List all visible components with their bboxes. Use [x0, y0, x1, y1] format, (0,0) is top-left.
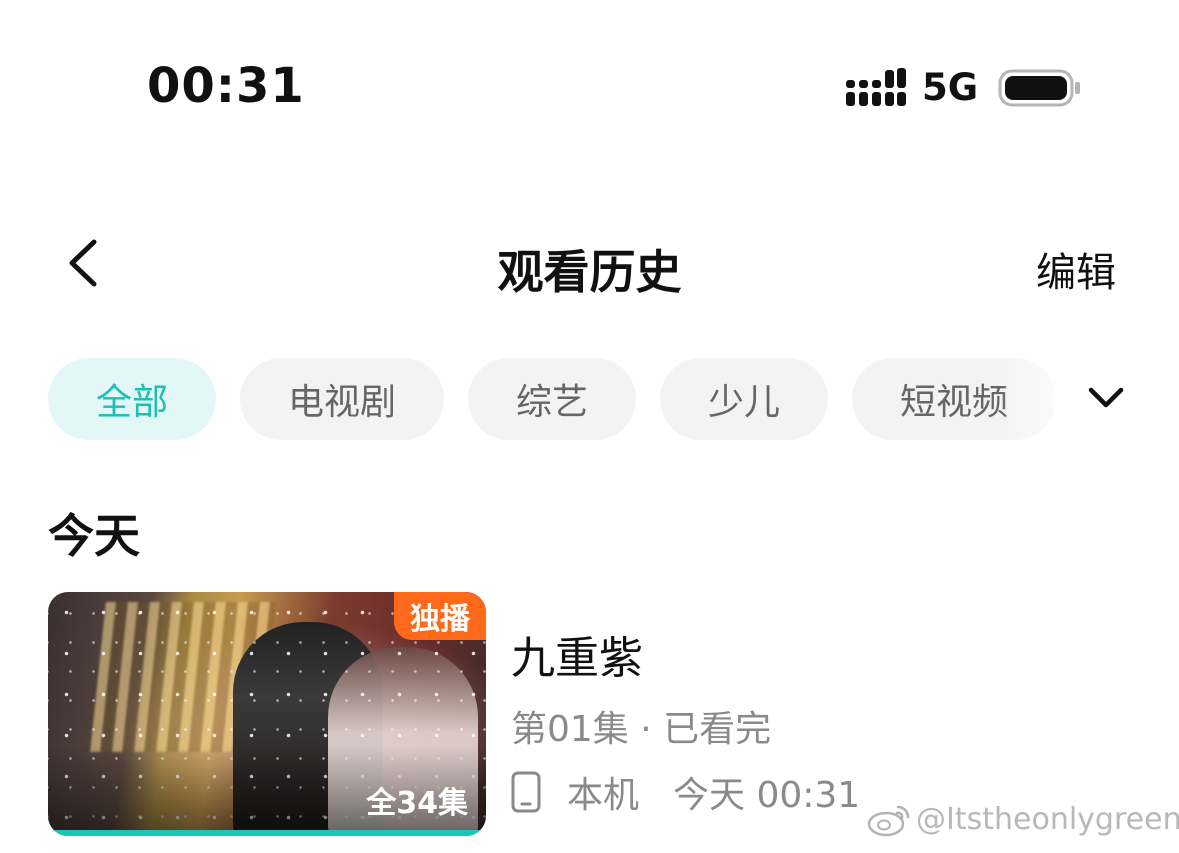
filter-chip-kids[interactable]: 少儿 [660, 358, 828, 440]
filter-chip-all[interactable]: 全部 [48, 358, 216, 440]
watch-progress-bar [48, 830, 486, 836]
history-item[interactable]: 独播 全34集 九重紫 第01集 · 已看完 本机 今天 00:31 [48, 592, 1148, 836]
filter-chip-short-video[interactable]: 短视频 [852, 358, 1056, 440]
watermark: @Itstheonlygreen [866, 802, 1179, 837]
weibo-icon [867, 805, 910, 836]
network-type: 5G [922, 66, 979, 109]
battery-icon [998, 69, 1080, 107]
page-title: 观看历史 [497, 245, 682, 299]
edit-button[interactable]: 编辑 [1036, 240, 1116, 298]
exclusive-badge: 独播 [394, 592, 486, 640]
phone-icon [511, 771, 541, 813]
section-heading-today: 今天 [48, 509, 140, 563]
filter-chip-variety[interactable]: 综艺 [468, 358, 636, 440]
watched-time: 今天 00:31 [673, 775, 861, 816]
status-time: 00:31 [147, 58, 305, 114]
watch-info: 本机 今天 00:31 [511, 766, 860, 818]
filter-chip-tv[interactable]: 电视剧 [240, 358, 444, 440]
device-label: 本机 [567, 775, 640, 816]
episode-progress: 第01集 · 已看完 [511, 709, 772, 750]
chevron-down-icon[interactable] [1085, 380, 1127, 416]
episode-count: 全34集 [366, 786, 468, 821]
watermark-text: @Itstheonlygreen [916, 802, 1179, 837]
signal-bars-icon [846, 68, 906, 106]
video-title[interactable]: 九重紫 [511, 622, 643, 686]
video-thumbnail[interactable]: 独播 全34集 [48, 592, 486, 836]
